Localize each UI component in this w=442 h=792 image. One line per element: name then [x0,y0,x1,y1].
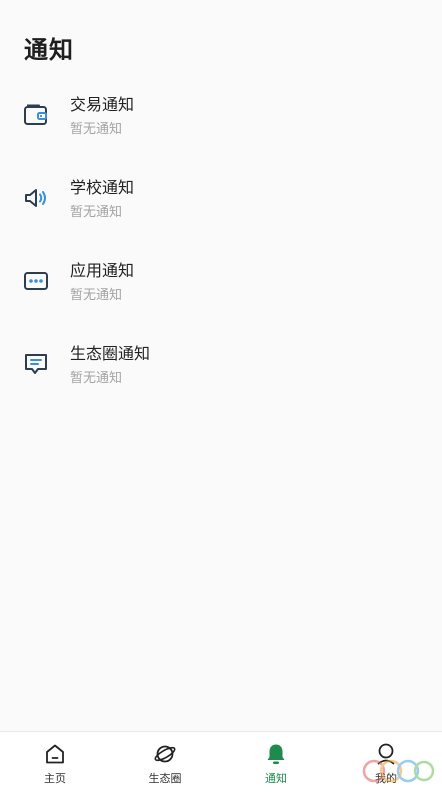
page-title: 通知 [24,36,74,64]
tab-notifications[interactable]: 通知 [221,732,331,792]
watermark-logo [362,757,436,785]
notification-title: 交易通知 [70,95,135,114]
notification-subtitle: 暂无通知 [70,205,123,220]
tab-label: 通知 [265,772,287,785]
message-icon [22,350,50,378]
notification-item-school[interactable]: 学校通知 暂无通知 [0,168,442,251]
bell-icon [264,742,288,766]
tab-label: 生态圈 [148,772,182,785]
tab-label: 主页 [44,772,66,785]
notification-title: 生态圈通知 [70,344,151,363]
speaker-icon [22,184,50,212]
notification-title: 应用通知 [70,261,135,280]
notification-list: 交易通知 暂无通知 学校通知 暂无通知 应用通知 暂无通知 生态圈通知 暂无通知 [0,85,442,417]
app-dots-icon [22,267,50,295]
notification-subtitle: 暂无通知 [70,371,123,386]
notification-item-ecosystem[interactable]: 生态圈通知 暂无通知 [0,334,442,417]
notification-title: 学校通知 [70,178,135,197]
tab-home[interactable]: 主页 [0,732,110,792]
notification-subtitle: 暂无通知 [70,288,123,303]
notification-item-transaction[interactable]: 交易通知 暂无通知 [0,85,442,168]
home-icon [43,742,67,766]
planet-icon [153,742,177,766]
notification-subtitle: 暂无通知 [70,122,123,137]
tab-ecosystem[interactable]: 生态圈 [110,732,220,792]
notification-item-app[interactable]: 应用通知 暂无通知 [0,251,442,334]
wallet-icon [22,101,50,129]
